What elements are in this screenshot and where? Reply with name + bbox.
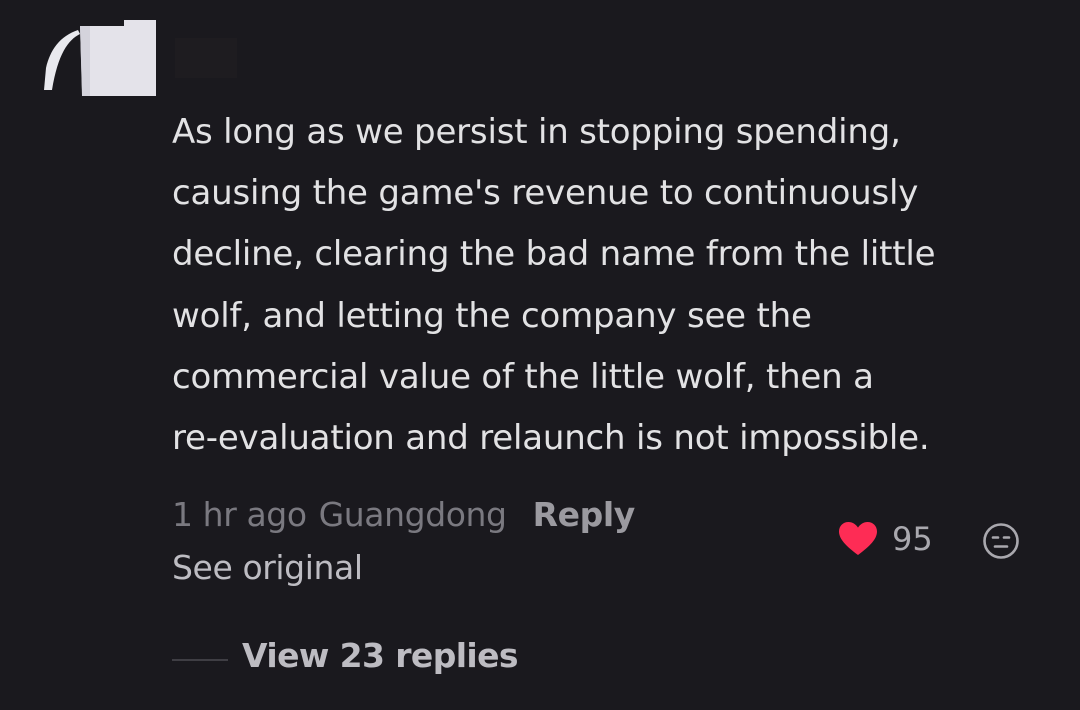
avatar-image: [44, 20, 156, 96]
heart-icon: [839, 522, 877, 555]
expressionless-face-icon: [983, 523, 1019, 559]
view-replies-button[interactable]: View 23 replies: [242, 636, 519, 675]
replies-divider: [172, 659, 228, 661]
comment-time: 1 hr ago: [172, 494, 307, 534]
comment-item: As long as we persist in stopping spendi…: [0, 0, 1080, 710]
username-redacted: [175, 38, 237, 78]
comment-location: Guangdong: [318, 494, 507, 534]
comment-meta: 1 hr ago Guangdong Reply: [172, 492, 635, 536]
comment-text: As long as we persist in stopping spendi…: [172, 112, 936, 459]
dislike-button[interactable]: [982, 522, 1020, 560]
see-original-link[interactable]: See original: [172, 548, 363, 587]
like-count: 95: [892, 520, 933, 558]
reply-button[interactable]: Reply: [533, 495, 636, 534]
like-button[interactable]: 95: [838, 516, 933, 562]
avatar[interactable]: [40, 20, 158, 98]
